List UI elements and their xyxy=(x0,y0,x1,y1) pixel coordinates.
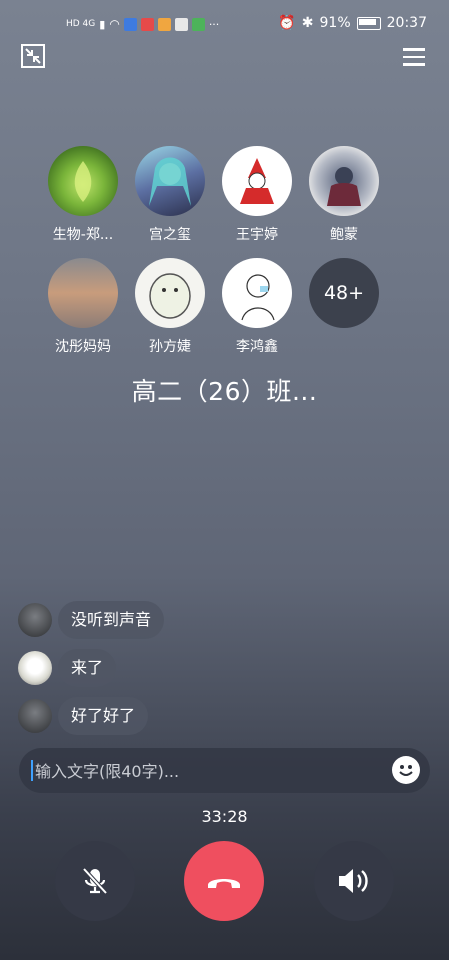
app-notification-icon xyxy=(140,17,154,31)
member-name: 孙方婕 xyxy=(149,339,191,355)
emoji-icon[interactable] xyxy=(392,756,420,784)
member-name: 王宇婷 xyxy=(236,227,278,243)
battery-percent: 91% xyxy=(319,15,351,31)
more-members-button[interactable]: 48+ xyxy=(299,258,389,328)
call-timer: 33:28 xyxy=(201,807,248,826)
app-notification-icon xyxy=(157,17,171,31)
chat-messages: 没听到声音 来了 好了好了 xyxy=(18,600,165,744)
message-input[interactable] xyxy=(33,748,397,795)
status-bar: HD 4G ▮ ◠ ··· ⏰ ✱ 91% 20:37 xyxy=(0,0,449,48)
member-avatar xyxy=(222,258,292,328)
wifi-icon: ◠ xyxy=(109,17,120,31)
app-notification-icon xyxy=(174,17,188,31)
speaker-button[interactable] xyxy=(314,841,394,921)
sender-avatar xyxy=(18,699,52,733)
sender-avatar xyxy=(18,651,52,685)
member-item[interactable]: 沈彤妈妈 xyxy=(38,258,128,356)
chat-message: 来了 xyxy=(18,648,164,688)
mic-off-icon xyxy=(82,867,108,895)
menu-icon[interactable] xyxy=(403,48,425,66)
member-avatar xyxy=(135,146,205,216)
minimize-icon[interactable] xyxy=(21,44,45,68)
member-avatar xyxy=(309,146,379,216)
member-item[interactable]: 李鸿鑫 xyxy=(212,258,302,356)
member-avatar xyxy=(48,146,118,216)
battery-icon xyxy=(356,16,381,30)
member-name: 生物-郑... xyxy=(52,227,114,243)
member-name: 宫之玺 xyxy=(149,227,191,243)
minimize-arrows-icon xyxy=(25,48,41,64)
mute-microphone-button[interactable] xyxy=(55,841,135,921)
network-label: HD 4G xyxy=(66,19,96,29)
more-members-count: 48+ xyxy=(309,258,379,328)
hang-up-button[interactable] xyxy=(184,841,264,921)
group-title: 高二（26）班... xyxy=(131,377,318,406)
alarm-icon: ⏰ xyxy=(278,15,296,31)
member-item[interactable]: 王宇婷 xyxy=(212,146,302,244)
member-item[interactable]: 宫之玺 xyxy=(125,146,215,244)
status-left: HD 4G ▮ ◠ ··· xyxy=(66,17,219,31)
speaker-icon xyxy=(339,869,368,893)
member-avatar xyxy=(135,258,205,328)
message-bubble: 没听到声音 xyxy=(58,601,165,639)
message-bubble: 来了 xyxy=(58,649,117,687)
bluetooth-icon: ✱ xyxy=(301,15,314,31)
app-notification-icon xyxy=(123,17,137,31)
clock: 20:37 xyxy=(386,15,427,31)
message-input-bar xyxy=(19,748,430,795)
sender-avatar xyxy=(18,603,52,637)
more-notifications-icon: ··· xyxy=(208,17,220,31)
signal-icon: ▮ xyxy=(99,17,106,31)
member-item[interactable]: 生物-郑... xyxy=(38,146,128,244)
member-avatar xyxy=(48,258,118,328)
member-item[interactable]: 孙方婕 xyxy=(125,258,215,356)
status-right: ⏰ ✱ 91% 20:37 xyxy=(278,15,427,31)
member-avatar xyxy=(222,146,292,216)
member-item[interactable]: 鲍蒙 xyxy=(299,146,389,244)
chat-message: 没听到声音 xyxy=(18,600,165,640)
chat-message: 好了好了 xyxy=(18,696,164,736)
phone-hangup-icon xyxy=(208,879,240,888)
message-bubble: 好了好了 xyxy=(58,697,149,735)
member-name: 沈彤妈妈 xyxy=(55,339,111,355)
member-name: 李鸿鑫 xyxy=(236,339,278,355)
app-notification-icon xyxy=(191,17,205,31)
member-name: 鲍蒙 xyxy=(330,227,358,243)
